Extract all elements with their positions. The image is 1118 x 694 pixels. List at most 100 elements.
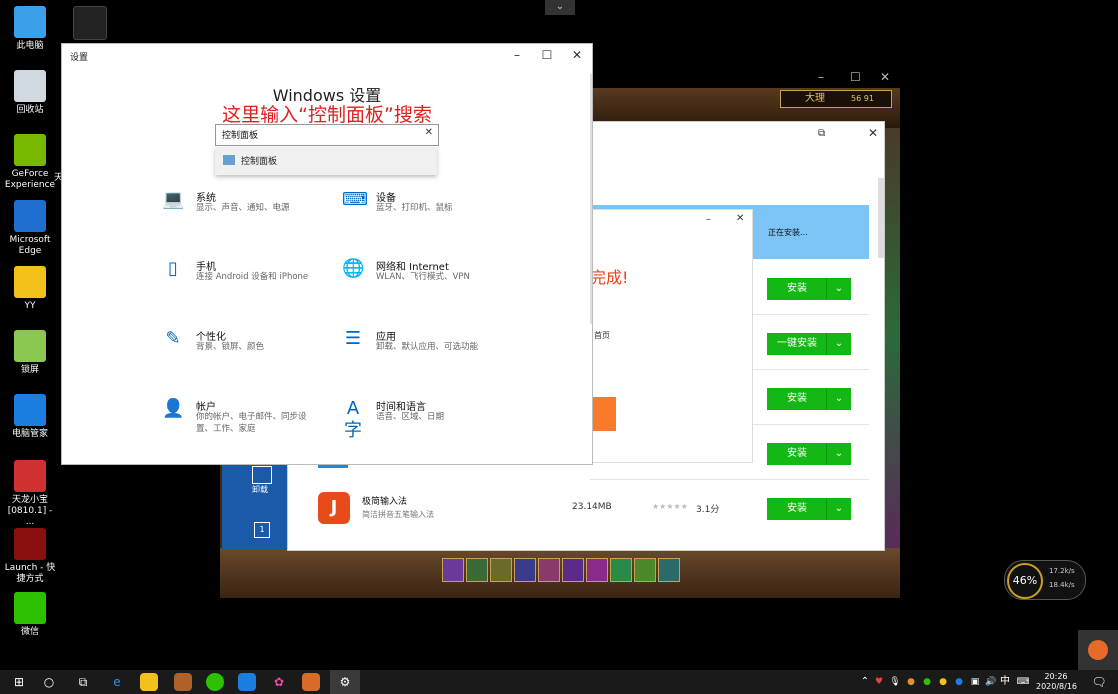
minimize-button[interactable]: – [818,70,824,84]
clock-time: 20:26 [1044,672,1068,681]
install-button-label: 安装 [787,283,807,294]
page-number[interactable]: 1 [254,522,270,538]
clear-icon[interactable]: ✕ [425,127,433,138]
desktop-icon-qq[interactable] [62,6,118,43]
location-name: 大理 [805,93,825,104]
devices-icon: ⌨ [342,189,368,210]
edge-icon [14,200,46,232]
skill-slot[interactable] [466,558,488,582]
popup-subtext: 首页 [594,331,610,340]
nvidia-icon [14,134,46,166]
install-button-label: 安装 [787,448,807,459]
pc-manager-taskbar-icon[interactable] [238,673,256,691]
chevron-down-icon[interactable]: ⌄ [826,333,851,355]
install-popup[interactable]: – ✕ 完成! 首页 [588,210,752,462]
chevron-down-icon[interactable]: ⌄ [826,443,851,465]
desktop-icon-yy[interactable]: YY [2,266,58,312]
install-button-label: 一键安装 [777,338,817,349]
install-button-label: 安装 [787,393,807,404]
minimize-icon[interactable]: – [706,214,711,225]
wechat-icon [14,592,46,624]
skill-slot[interactable] [586,558,608,582]
window-title: 设置 [70,53,89,63]
network-speed-widget[interactable]: 46% 17.2k/s 18.4k/s [1004,560,1086,600]
maximize-button[interactable]: ☐ [532,44,562,66]
popup-action-button[interactable] [588,397,616,431]
photos-taskbar-icon[interactable]: ✿ [270,673,288,691]
chevron-down-icon[interactable]: ⌄ [826,388,851,410]
location-panel: 大理 56 91 [780,90,892,108]
skill-slot[interactable] [490,558,512,582]
skill-slot[interactable] [610,558,632,582]
one-click-install-button[interactable]: 一键安装 ⌄ [767,333,851,355]
item-subtitle: 显示、声音、通知、电源 [196,203,290,213]
install-button[interactable]: 安装 ⌄ [767,388,851,410]
yy-taskbar-icon[interactable] [140,673,158,691]
game-taskbar-icon[interactable] [174,673,192,691]
install-button[interactable]: 安装 ⌄ [767,443,851,465]
rating-stars-icon: ★★★★★ [652,502,688,511]
close-icon[interactable]: ✕ [868,126,878,140]
heart-app-icon [14,460,46,492]
notification-icon[interactable]: 🗨 [1090,673,1108,691]
app-logo-icon: J [318,492,350,524]
desktop-icon-geforce[interactable]: GeForce Experience [2,134,58,191]
ime-indicator[interactable]: 中 [996,673,1014,691]
close-button[interactable]: ✕ [880,70,890,84]
maximize-button[interactable]: ☐ [850,70,861,84]
collapse-tab[interactable]: ⌄ [545,0,575,15]
minimize-button[interactable]: – [502,44,532,66]
settings-window[interactable]: 设置 – ☐ ✕ Windows 设置 这里输入“控制面板”搜索 控制面板 ✕ … [62,44,592,464]
close-button[interactable]: ✕ [562,44,592,66]
install-button-label: 安装 [787,503,807,514]
install-button[interactable]: 安装 ⌄ [767,278,851,300]
skill-slot[interactable] [634,558,656,582]
item-subtitle: 连接 Android 设备和 iPhone [196,272,309,282]
app-size: 23.14MB [572,502,612,512]
skill-slot[interactable] [658,558,680,582]
chevron-down-icon[interactable]: ⌄ [826,498,851,520]
skill-slot[interactable] [514,558,536,582]
game-assistant-icon[interactable] [1078,630,1118,670]
desktop-icon-wechat[interactable]: 微信 [2,592,58,638]
install-button[interactable]: 安装 ⌄ [767,498,851,520]
suggestion-label: 控制面板 [241,157,278,167]
close-icon[interactable]: ✕ [736,213,744,224]
clock[interactable]: 20:26 2020/8/16 [1036,672,1077,692]
download-speed: 18.4k/s [1049,581,1075,589]
start-button[interactable]: ⊞ [10,673,28,691]
skill-slot[interactable] [562,558,584,582]
desktop-icon-label: YY [24,301,36,311]
wechat-taskbar-icon[interactable] [206,673,224,691]
edge-taskbar-icon[interactable]: e [108,673,126,691]
desktop-icon-launch[interactable]: Launch - 快捷方式 [2,528,58,585]
desktop-icon-recycle-bin[interactable]: 回收站 [2,70,58,116]
chevron-down-icon[interactable]: ⌄ [826,278,851,300]
desktop-icon-this-pc[interactable]: 此电脑 [2,6,58,52]
task-view-icon[interactable]: ⧉ [74,673,92,691]
search-suggestion[interactable]: 控制面板 [215,147,437,175]
skill-slot[interactable] [538,558,560,582]
item-subtitle: 你的帐户、电子邮件、同步设置、工作、家庭 [196,412,307,434]
scrollbar[interactable] [878,178,884,258]
time-language-icon: A字 [344,398,362,441]
tray-ime-mode-icon[interactable]: ⌨ [1014,673,1032,691]
search-input[interactable]: 控制面板 ✕ [215,124,439,146]
pc-manager-icon [14,394,46,426]
desktop-icon-lockscreen[interactable]: 锁屏 [2,330,58,376]
desktop-icon-label: 微信 [20,627,39,637]
apps-icon: ☰ [344,328,362,349]
search-icon[interactable]: ○ [40,673,58,691]
desktop-icon-edge[interactable]: Microsoft Edge [2,200,58,257]
app-taskbar-icon[interactable] [302,673,320,691]
desktop-icon-tianlong[interactable]: 天龙小宝 [0810.1] - ... [2,460,58,528]
skill-slot[interactable] [442,558,464,582]
settings-taskbar-icon[interactable]: ⚙ [330,670,360,694]
item-subtitle: 语音、区域、日期 [376,412,445,422]
desktop-icon-label: 天龙小宝 [0810.1] - ... [7,495,53,527]
desktop-icon-pc-manager[interactable]: 电脑管家 [2,394,58,440]
app-rating: 3.1分 [696,505,720,515]
restore-icon[interactable]: ⧉ [818,128,825,139]
desktop-icon-label: GeForce Experience [4,169,56,190]
uninstall-label[interactable]: 卸载 [252,484,268,495]
